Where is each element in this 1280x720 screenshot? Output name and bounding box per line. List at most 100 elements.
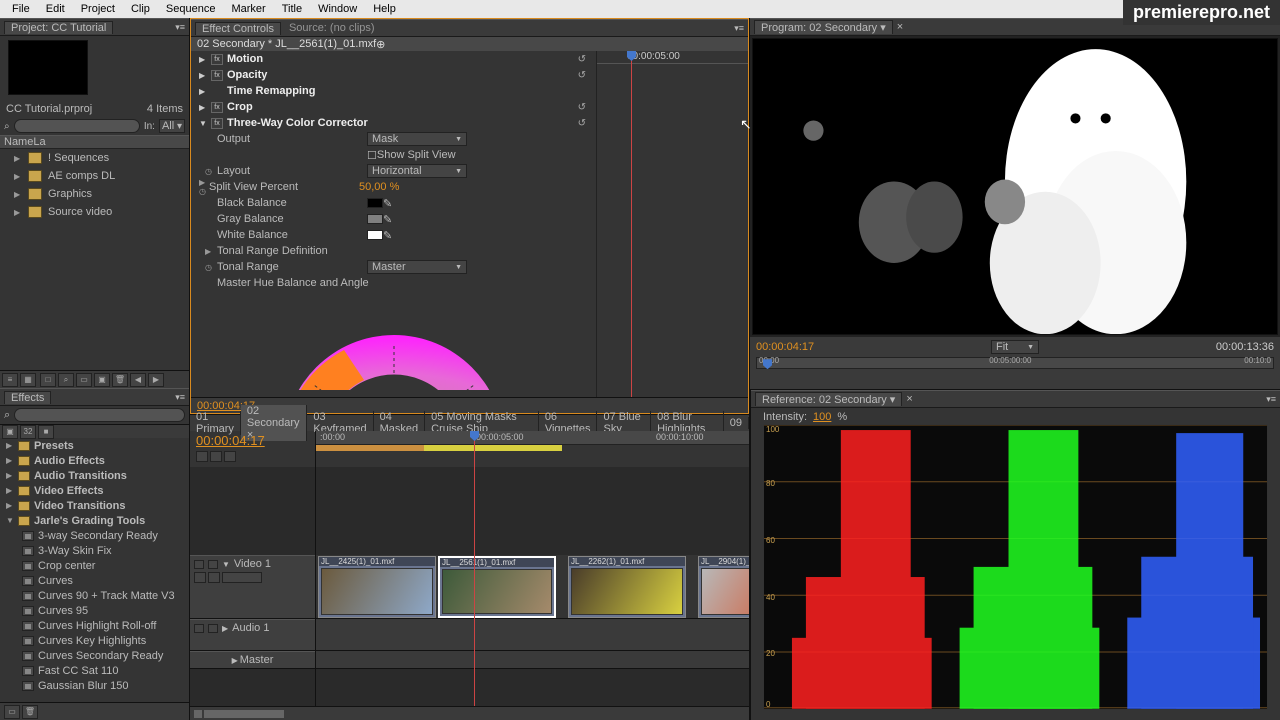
panel-menu-icon[interactable]: ▾≡	[1266, 394, 1276, 405]
gray-swatch[interactable]	[367, 214, 383, 224]
find-button[interactable]: ⌕	[58, 373, 74, 387]
pin-icon[interactable]: ⊕	[376, 38, 385, 51]
black-swatch[interactable]	[367, 198, 383, 208]
prev-button[interactable]: ◀	[130, 373, 146, 387]
effect-crop[interactable]: ▶fxCrop↺	[191, 99, 596, 115]
timeline-clip[interactable]: JL__2262(1)_01.mxf	[568, 556, 686, 618]
program-scrubber[interactable]: 00:00 00:05:00:00 00:10:0	[756, 357, 1274, 369]
close-icon[interactable]: ×	[906, 393, 912, 405]
panel-menu-icon[interactable]: ▾≡	[175, 392, 185, 403]
effects-search-input[interactable]	[14, 408, 185, 422]
effect-motion[interactable]: ▶fxMotion↺	[191, 51, 596, 67]
anim-icon[interactable]: ◷	[205, 167, 211, 176]
fit-dropdown[interactable]: Fit▼	[991, 340, 1039, 354]
effects-folder[interactable]: ▶Audio Transitions	[0, 468, 189, 483]
effect-preset[interactable]: Curves Secondary Ready	[0, 648, 189, 663]
timeline-ruler[interactable]: :00:00 00:00:05:00 00:00:10:00 00:00:1	[316, 431, 749, 467]
intensity-value[interactable]: 100	[813, 411, 831, 423]
reference-tab[interactable]: Reference: 02 Secondary ▾	[755, 392, 902, 406]
menu-help[interactable]: Help	[365, 3, 404, 15]
white-swatch[interactable]	[367, 230, 383, 240]
effect-preset[interactable]: Crop center	[0, 558, 189, 573]
menu-clip[interactable]: Clip	[123, 3, 158, 15]
effect-preset[interactable]: Curves	[0, 573, 189, 588]
effects-folder[interactable]: ▶Audio Effects	[0, 453, 189, 468]
effect-time-remap[interactable]: ▶Time Remapping	[191, 83, 596, 99]
delete-button[interactable]: 🗑	[22, 705, 38, 719]
timeline-playhead[interactable]	[474, 431, 475, 467]
eyedrop-icon[interactable]: ✎	[383, 213, 392, 226]
ec-playhead[interactable]	[631, 51, 632, 397]
effects-folder[interactable]: ▶Video Effects	[0, 483, 189, 498]
eyedrop-icon[interactable]: ✎	[383, 229, 392, 242]
reset-icon[interactable]: ↺	[578, 118, 586, 129]
fx-32-button[interactable]: 32	[20, 425, 36, 439]
menu-project[interactable]: Project	[73, 3, 123, 15]
effects-folder[interactable]: ▶Presets	[0, 438, 189, 453]
menu-marker[interactable]: Marker	[223, 3, 273, 15]
project-tab[interactable]: Project: CC Tutorial	[4, 21, 113, 34]
audio-track-header[interactable]: ▶Audio 1	[190, 619, 315, 651]
video-track-header[interactable]: ▼Video 1	[190, 555, 315, 619]
panel-menu-icon[interactable]: ▾≡	[175, 22, 185, 33]
in-dropdown[interactable]: All ▾	[159, 119, 185, 133]
timeline-clip[interactable]: JL__2904(1)_01.mxf	[698, 556, 749, 618]
close-icon[interactable]: ×	[897, 21, 903, 33]
col-name[interactable]: Name	[4, 136, 33, 148]
snap-button[interactable]	[196, 451, 208, 462]
anim-icon[interactable]: ◷	[205, 263, 211, 272]
show-split-checkbox[interactable]: ☐	[367, 149, 377, 162]
auto-seq-button[interactable]: □	[40, 373, 56, 387]
menu-file[interactable]: File	[4, 3, 38, 15]
new-item-button[interactable]: ▣	[94, 373, 110, 387]
effect-opacity[interactable]: ▶fxOpacity↺	[191, 67, 596, 83]
marker-button[interactable]	[210, 451, 222, 462]
menu-title[interactable]: Title	[274, 3, 310, 15]
effect-preset[interactable]: Curves Highlight Roll-off	[0, 618, 189, 633]
effect-preset[interactable]: Curves 90 + Track Matte V3	[0, 588, 189, 603]
program-tab[interactable]: Program: 02 Secondary ▾	[754, 20, 893, 34]
delete-button[interactable]: 🗑	[112, 373, 128, 387]
timeline-clip[interactable]: JL__2561(1)_01.mxf	[438, 556, 556, 618]
master-track-header[interactable]: ▶Master	[190, 651, 315, 669]
reset-icon[interactable]: ↺	[578, 70, 586, 81]
bin-item[interactable]: ▶Source video	[0, 203, 189, 221]
new-bin-button[interactable]: ▭	[76, 373, 92, 387]
seq-tab[interactable]: 09	[724, 417, 749, 429]
source-tab[interactable]: Source: (no clips)	[283, 22, 381, 34]
program-current-tc[interactable]: 00:00:04:17	[756, 341, 814, 353]
effects-folder-open[interactable]: ▼Jarle's Grading Tools	[0, 513, 189, 528]
panel-menu-icon[interactable]: ▾≡	[734, 23, 744, 34]
reset-icon[interactable]: ↺	[578, 102, 586, 113]
effect-preset[interactable]: 3-way Secondary Ready	[0, 528, 189, 543]
fx-yuv-button[interactable]: ■	[38, 425, 54, 439]
col-label[interactable]: La	[33, 136, 45, 148]
menu-sequence[interactable]: Sequence	[158, 3, 224, 15]
bin-item[interactable]: ▶AE comps DL	[0, 167, 189, 185]
effect-three-way-cc[interactable]: ▼fxThree-Way Color Corrector↺	[191, 115, 596, 131]
project-search-input[interactable]	[14, 119, 140, 133]
output-dropdown[interactable]: Mask▼	[367, 132, 467, 146]
menu-edit[interactable]: Edit	[38, 3, 73, 15]
tonal-range-dropdown[interactable]: Master▼	[367, 260, 467, 274]
list-view-button[interactable]: ≡	[2, 373, 18, 387]
bin-item[interactable]: ▶Graphics	[0, 185, 189, 203]
search-icon[interactable]: ⌕	[4, 121, 10, 132]
effects-folder[interactable]: ▶Video Transitions	[0, 498, 189, 513]
search-icon[interactable]: ⌕	[4, 409, 10, 422]
fx-type-button[interactable]: ▣	[2, 425, 18, 439]
timeline-clip[interactable]: JL__2425(1)_01.mxf	[318, 556, 436, 618]
settings-button[interactable]	[224, 451, 236, 462]
menu-window[interactable]: Window	[310, 3, 365, 15]
hue-wheel[interactable]	[244, 295, 544, 390]
timeline-playhead-tc[interactable]: 00:00:04:17	[196, 433, 309, 448]
effects-tab[interactable]: Effects	[4, 391, 51, 404]
effect-preset[interactable]: 3-Way Skin Fix	[0, 543, 189, 558]
effect-controls-tab[interactable]: Effect Controls	[195, 22, 281, 35]
rgb-parade-scope[interactable]: 100 80 60 40 20 0	[763, 424, 1268, 710]
split-pct-value[interactable]: 50,00 %	[359, 181, 399, 193]
bin-item[interactable]: ▶! Sequences	[0, 149, 189, 167]
program-monitor[interactable]	[752, 38, 1278, 335]
effect-preset[interactable]: Gaussian Blur 150	[0, 678, 189, 693]
effect-preset[interactable]: Fast CC Sat 110	[0, 663, 189, 678]
